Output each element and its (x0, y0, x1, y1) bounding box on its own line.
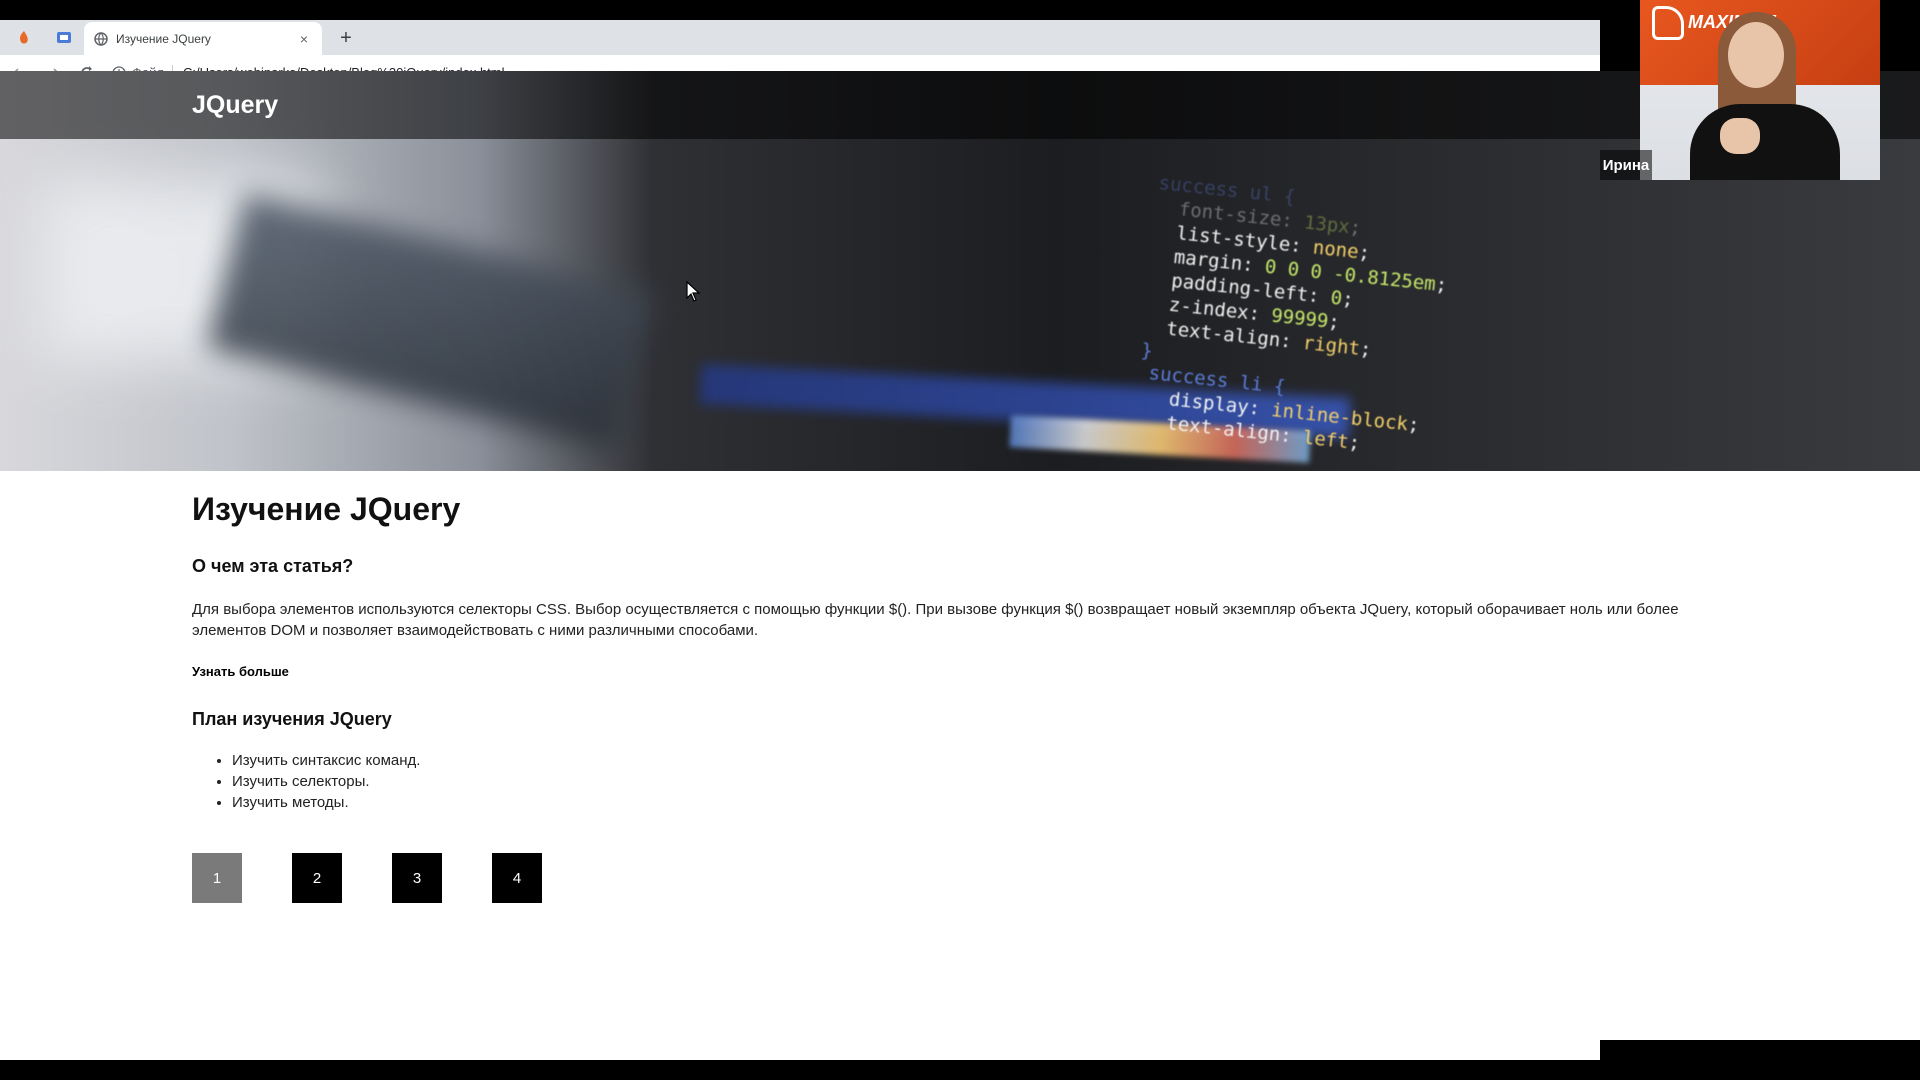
article-subtitle: О чем эта статья? (192, 556, 354, 576)
hero-image: success ul { font-size: 13px; list-style… (0, 71, 1920, 471)
fire-logo-icon (20, 31, 28, 44)
tab-bar: Изучение JQuery × + (0, 20, 1600, 55)
maximum-logo-icon (1652, 6, 1684, 40)
site-header: JQuery (0, 71, 1920, 139)
hero-code-block-1: success ul { font-size: 13px; list-style… (1140, 171, 1456, 393)
plan-title: План изучения JQuery (192, 709, 392, 729)
page-button-4[interactable]: 4 (492, 853, 542, 903)
article: Изучение JQuery О чем эта статья? Для вы… (192, 491, 1732, 903)
article-paragraph: Для выбора элементов используются селект… (192, 601, 1679, 639)
participant-face (1728, 22, 1784, 88)
mouse-cursor-icon (686, 281, 701, 302)
web-page: success ul { font-size: 13px; list-style… (0, 71, 1920, 1040)
tab-title: Изучение JQuery (116, 31, 211, 46)
participant-name: Ирина (1602, 156, 1650, 174)
article-title: Изучение JQuery (192, 491, 461, 527)
close-tab-icon[interactable]: × (296, 31, 312, 47)
chat-icon (57, 32, 71, 43)
participant-hand (1720, 118, 1760, 154)
globe-icon (94, 31, 108, 46)
participant-name-badge: Ирина (1600, 150, 1652, 180)
plan-list: Изучить синтаксис команд. Изучить селект… (232, 750, 1732, 813)
list-item: Изучить синтаксис команд. (232, 750, 1732, 771)
screen: Изучение JQuery × + Файл C:/Users/webina… (0, 0, 1920, 1080)
list-item: Изучить методы. (232, 792, 1732, 813)
list-item: Изучить селекторы. (232, 771, 1732, 792)
tab-active[interactable]: Изучение JQuery × (84, 22, 322, 55)
learn-more-link[interactable]: Узнать больше (192, 664, 289, 679)
page-button-2[interactable]: 2 (292, 853, 342, 903)
site-logo[interactable]: JQuery (192, 91, 278, 120)
pagination: 1 2 3 4 (192, 853, 1732, 903)
pinned-tab-chat[interactable] (50, 25, 78, 51)
video-participant-feed: MAXIMUM (1640, 0, 1880, 180)
participant-body (1690, 104, 1840, 180)
pinned-tab-app[interactable] (10, 25, 38, 51)
new-tab-button[interactable]: + (334, 26, 358, 50)
page-button-1[interactable]: 1 (192, 853, 242, 903)
page-button-3[interactable]: 3 (392, 853, 442, 903)
hero-blur-laptop (206, 192, 654, 450)
